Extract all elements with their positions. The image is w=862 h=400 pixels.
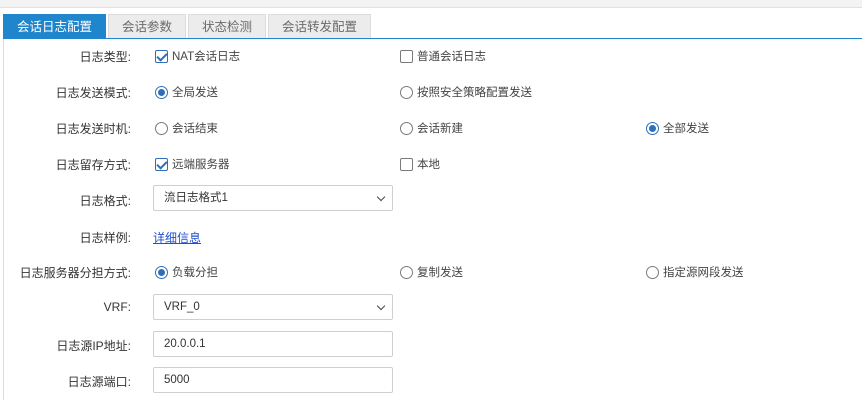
timing-session-new-radio[interactable]: 会话新建	[400, 120, 463, 136]
details-link[interactable]: 详细信息	[153, 229, 201, 246]
tab-state-detection[interactable]: 状态检测	[188, 14, 267, 38]
copy-send-radio[interactable]: 复制发送	[400, 264, 463, 280]
vrf-select[interactable]: VRF_0	[153, 294, 393, 320]
all-send-radio[interactable]	[646, 121, 659, 135]
log-type-normal-checkbox[interactable]: 普通会话日志	[400, 48, 486, 64]
nat-session-log-text: NAT会话日志	[172, 51, 241, 63]
normal-session-log-text: 普通会话日志	[417, 51, 486, 63]
load-sharing-label: 日志服务器分担方式:	[19, 266, 131, 280]
src-segment-text: 指定源网段发送	[663, 267, 744, 279]
tab-session-params[interactable]: 会话参数	[108, 14, 187, 38]
log-format-select[interactable]: 流日志格式1	[153, 185, 393, 211]
remote-server-check[interactable]	[155, 157, 168, 171]
chevron-down-icon	[376, 192, 386, 202]
src-ip-input[interactable]	[153, 331, 393, 357]
log-type-nat-checkbox[interactable]: NAT会话日志	[155, 48, 240, 64]
send-mode-global-radio[interactable]: 全局发送	[155, 84, 218, 100]
retention-remote-checkbox[interactable]: 远端服务器	[155, 156, 230, 172]
policy-send-radio[interactable]	[400, 85, 413, 99]
load-balance-text: 负载分担	[172, 267, 218, 279]
tab-session-forward-config[interactable]: 会话转发配置	[268, 14, 372, 38]
local-check[interactable]	[400, 157, 413, 171]
session-end-text: 会话结束	[172, 123, 218, 135]
normal-session-log-check[interactable]	[400, 49, 413, 63]
send-mode-policy-radio[interactable]: 按照安全策略配置发送	[400, 84, 532, 100]
chevron-down-icon	[376, 301, 386, 311]
tab-session-log-config[interactable]: 会话日志配置	[3, 14, 107, 38]
src-port-input[interactable]	[153, 367, 393, 393]
session-end-radio[interactable]	[155, 121, 168, 135]
src-port-label: 日志源端口:	[67, 375, 131, 389]
format-label: 日志格式:	[79, 194, 131, 208]
retention-label: 日志留存方式:	[55, 158, 131, 172]
global-send-radio[interactable]	[155, 85, 168, 99]
load-balance-radio[interactable]: 负载分担	[155, 264, 218, 280]
vrf-value: VRF_0	[164, 301, 200, 313]
top-strip	[0, 0, 862, 8]
src-ip-label: 日志源IP地址:	[56, 339, 131, 353]
nat-session-log-check[interactable]	[155, 49, 168, 63]
retention-local-checkbox[interactable]: 本地	[400, 156, 440, 172]
local-text: 本地	[417, 159, 440, 171]
src-segment-radio-dot[interactable]	[646, 265, 659, 279]
tab-bar: 会话日志配置 会话参数 状态检测 会话转发配置	[3, 14, 372, 38]
copy-send-radio-dot[interactable]	[400, 265, 413, 279]
copy-send-text: 复制发送	[417, 267, 463, 279]
load-balance-radio-dot[interactable]	[155, 265, 168, 279]
policy-send-text: 按照安全策略配置发送	[417, 87, 532, 99]
remote-server-text: 远端服务器	[172, 159, 230, 171]
sample-label: 日志样例:	[79, 231, 131, 245]
tab-underline	[3, 38, 862, 39]
timing-session-end-radio[interactable]: 会话结束	[155, 120, 218, 136]
send-timing-label: 日志发送时机:	[55, 122, 131, 136]
all-send-text: 全部发送	[663, 123, 709, 135]
log-type-label: 日志类型:	[79, 50, 131, 64]
timing-all-radio[interactable]: 全部发送	[646, 120, 709, 136]
vrf-label: VRF:	[103, 300, 131, 314]
src-segment-send-radio[interactable]: 指定源网段发送	[646, 264, 744, 280]
send-mode-label: 日志发送模式:	[55, 86, 131, 100]
log-format-value: 流日志格式1	[164, 192, 228, 204]
global-send-text: 全局发送	[172, 87, 218, 99]
session-new-text: 会话新建	[417, 123, 463, 135]
session-new-radio[interactable]	[400, 121, 413, 135]
